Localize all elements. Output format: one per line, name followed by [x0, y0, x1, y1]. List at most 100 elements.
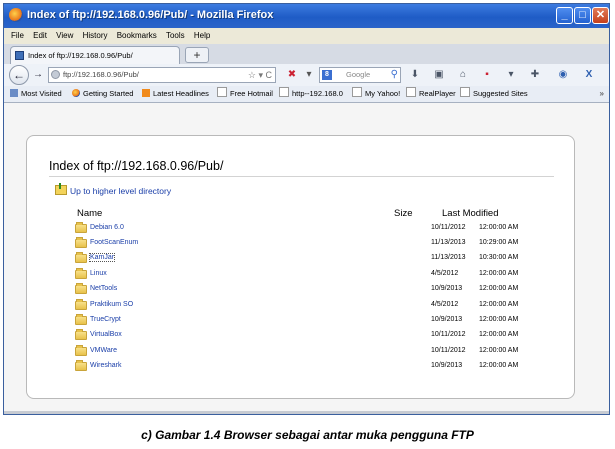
up-directory-link[interactable]: Up to higher level directory	[55, 183, 171, 196]
page-icon	[460, 87, 470, 97]
modified-date: 10/9/2013	[431, 285, 463, 292]
column-header-name: Name	[77, 208, 103, 219]
figure-caption: c) Gambar 1.4 Browser sebagai antar muka…	[141, 428, 474, 442]
forward-button[interactable]: →	[31, 68, 45, 82]
list-item[interactable]: KamJar 11/13/2013 10:30:00 AM	[75, 252, 535, 266]
folder-link[interactable]: Debian 6.0	[90, 224, 124, 231]
home-icon[interactable]: ⌂	[456, 68, 470, 82]
modified-time: 12:00:00 AM	[479, 316, 519, 323]
list-item[interactable]: Debian 6.0 10/11/2012 12:00:00 AM	[75, 222, 535, 236]
list-item[interactable]: Linux 4/5/2012 12:00:00 AM	[75, 268, 535, 282]
page-icon	[15, 51, 24, 60]
modified-date: 4/5/2012	[431, 301, 459, 308]
dropdown-icon[interactable]: ▾	[301, 67, 317, 83]
modified-time: 12:00:00 AM	[479, 362, 519, 369]
download-icon[interactable]: ⬇	[408, 68, 422, 82]
list-item[interactable]: TrueCrypt 10/9/2013 12:00:00 AM	[75, 314, 535, 328]
column-header-size: Size	[394, 208, 413, 219]
menu-file[interactable]: File	[11, 28, 24, 44]
bookmark-label: Getting Started	[83, 89, 134, 98]
bookmark-free-hotmail[interactable]: Free Hotmail	[217, 86, 273, 102]
modified-date: 11/13/2013	[431, 239, 466, 246]
save-page-icon[interactable]: ▾	[504, 68, 518, 82]
back-button[interactable]: ←	[9, 65, 29, 85]
puzzle-icon[interactable]: ✚	[528, 68, 542, 82]
page-icon	[217, 87, 227, 97]
maximize-button[interactable]: □	[574, 7, 591, 24]
title-bar: Index of ftp://192.168.0.96/Pub/ - Mozil…	[4, 4, 609, 28]
stop-icon[interactable]: ✖	[284, 67, 300, 83]
folder-link[interactable]: KamJar	[88, 253, 116, 262]
bookmark-latest-headlines[interactable]: Latest Headlines	[142, 86, 209, 102]
page-icon	[406, 87, 416, 97]
folder-link[interactable]: TrueCrypt	[90, 316, 121, 323]
menu-view[interactable]: View	[56, 28, 73, 44]
bookmark-most-visited[interactable]: Most Visited	[10, 86, 62, 102]
modified-time: 12:00:00 AM	[479, 270, 519, 277]
modified-time: 10:30:00 AM	[479, 254, 519, 261]
modified-time: 12:00:00 AM	[479, 347, 519, 354]
most-visited-icon	[10, 89, 18, 97]
folder-link[interactable]: FootScanEnum	[90, 239, 138, 246]
list-item[interactable]: FootScanEnum 11/13/2013 10:29:00 AM	[75, 237, 535, 251]
modified-time: 12:00:00 AM	[479, 224, 519, 231]
addon-icon[interactable]: ▪	[480, 68, 494, 82]
folder-icon	[75, 299, 87, 310]
tab-bar: Index of ftp://192.168.0.96/Pub/ +	[4, 44, 609, 65]
page-content: Index of ftp://192.168.0.96/Pub/ Up to h…	[4, 103, 609, 414]
menu-help[interactable]: Help	[194, 28, 210, 44]
list-item[interactable]: NetTools 10/9/2013 12:00:00 AM	[75, 283, 535, 297]
tab-ftp-index[interactable]: Index of ftp://192.168.0.96/Pub/	[10, 46, 180, 64]
folder-icon	[75, 268, 87, 279]
bookmark-my-yahoo[interactable]: My Yahoo!	[352, 86, 400, 102]
new-tab-button[interactable]: +	[185, 47, 209, 63]
folder-link[interactable]: Linux	[90, 270, 107, 277]
bookmark-http-192[interactable]: http--192.168.0	[279, 86, 343, 102]
tab-label: Index of ftp://192.168.0.96/Pub/	[28, 51, 133, 60]
page-icon	[352, 87, 362, 97]
modified-date: 11/13/2013	[431, 254, 466, 261]
folder-icon	[75, 222, 87, 233]
eye-icon[interactable]: ◉	[556, 68, 570, 82]
bookmark-label: Free Hotmail	[230, 89, 273, 98]
modified-time: 10:29:00 AM	[479, 239, 519, 246]
close-button[interactable]: ✕	[592, 7, 609, 24]
bookmark-getting-started[interactable]: Getting Started	[72, 86, 133, 102]
search-input[interactable]: 8 Google ⚲	[319, 67, 401, 83]
menu-history[interactable]: History	[83, 28, 108, 44]
folder-link[interactable]: VMWare	[90, 347, 117, 354]
minimize-button[interactable]: _	[556, 7, 573, 24]
list-item[interactable]: VMWare 10/11/2012 12:00:00 AM	[75, 345, 535, 359]
menu-bookmarks[interactable]: Bookmarks	[117, 28, 157, 44]
folder-link[interactable]: NetTools	[90, 285, 117, 292]
menu-edit[interactable]: Edit	[33, 28, 47, 44]
horizontal-scrollbar[interactable]	[4, 411, 609, 414]
rss-icon	[142, 89, 150, 97]
list-item[interactable]: Praktikum SO 4/5/2012 12:00:00 AM	[75, 299, 535, 313]
site-identity-icon	[51, 70, 60, 79]
folder-link[interactable]: VirtualBox	[90, 331, 122, 338]
bookmark-label: http--192.168.0	[292, 89, 343, 98]
menu-tools[interactable]: Tools	[166, 28, 185, 44]
bookmarks-overflow-icon[interactable]: »	[600, 86, 604, 102]
youtube-icon[interactable]: ▣	[432, 68, 446, 82]
window-title: Index of ftp://192.168.0.96/Pub/ - Mozil…	[27, 9, 274, 21]
modified-date: 10/9/2013	[431, 316, 463, 323]
modified-time: 12:00:00 AM	[479, 331, 519, 338]
x-tool-icon[interactable]: X	[582, 68, 596, 82]
modified-date: 10/11/2012	[431, 347, 466, 354]
modified-date: 10/9/2013	[431, 362, 463, 369]
folder-icon	[75, 329, 87, 340]
bookmark-label: Suggested Sites	[473, 89, 528, 98]
firefox-logo-icon	[9, 8, 23, 22]
list-item[interactable]: VirtualBox 10/11/2012 12:00:00 AM	[75, 329, 535, 343]
folder-link[interactable]: Praktikum SO	[90, 301, 133, 308]
folder-icon	[75, 345, 87, 356]
list-item[interactable]: Wireshark 10/9/2013 12:00:00 AM	[75, 360, 535, 374]
bookmark-suggested-sites[interactable]: Suggested Sites	[460, 86, 528, 102]
folder-link[interactable]: Wireshark	[90, 362, 122, 369]
bookmark-realplayer[interactable]: RealPlayer	[406, 86, 456, 102]
bookmark-star-icon[interactable]: ☆ ▾ C	[248, 68, 272, 82]
search-icon[interactable]: ⚲	[391, 68, 398, 82]
url-bar[interactable]: ftp://192.168.0.96/Pub/ ☆ ▾ C	[48, 67, 276, 83]
